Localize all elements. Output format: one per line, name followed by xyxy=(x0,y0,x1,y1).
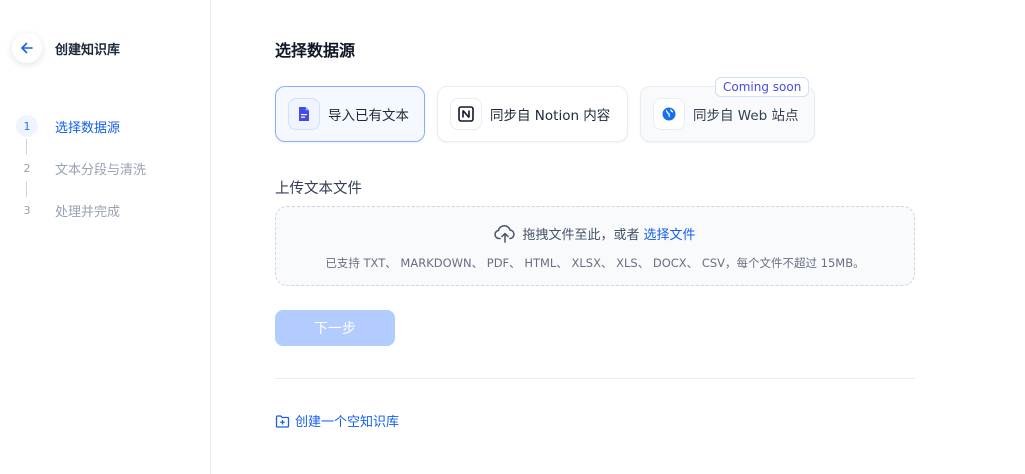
sidebar-title: 创建知识库 xyxy=(55,43,121,58)
dropzone-text: 拖拽文件至此，或者 xyxy=(522,228,640,243)
source-import-text[interactable]: 导入已有文本 xyxy=(275,86,425,142)
step-label: 文本分段与清洗 xyxy=(55,163,147,178)
step-select-source: 1 选择数据源 xyxy=(16,115,146,157)
source-notion-sync[interactable]: 同步自 Notion 内容 xyxy=(437,86,628,142)
notion-icon xyxy=(450,98,482,130)
source-label: 导入已有文本 xyxy=(328,108,409,124)
sidebar: 创建知识库 1 选择数据源 2 文本分段与清洗 3 处理并完成 xyxy=(0,0,211,474)
step-number: 2 xyxy=(16,157,38,179)
step-connector xyxy=(26,181,27,197)
dropzone-instruction: 拖拽文件至此，或者 选择文件 xyxy=(276,224,914,243)
file-dropzone[interactable]: 拖拽文件至此，或者 选择文件 已支持 TXT、 MARKDOWN、 PDF、 H… xyxy=(275,206,915,286)
coming-soon-badge: Coming soon xyxy=(715,77,810,97)
web-icon xyxy=(653,98,685,130)
create-empty-knowledge-link[interactable]: 创建一个空知识库 xyxy=(275,411,399,430)
source-label: 同步自 Notion 内容 xyxy=(490,108,611,124)
document-icon xyxy=(288,98,320,130)
step-label: 选择数据源 xyxy=(55,121,121,136)
folder-plus-icon xyxy=(275,414,290,428)
step-connector xyxy=(26,139,27,155)
cloud-upload-icon xyxy=(494,224,516,243)
step-process-finish: 3 处理并完成 xyxy=(16,199,146,241)
source-label: 同步自 Web 站点 xyxy=(693,108,799,124)
page-title: 选择数据源 xyxy=(275,41,356,60)
step-label: 处理并完成 xyxy=(55,205,121,220)
create-empty-label: 创建一个空知识库 xyxy=(295,415,400,430)
step-number: 3 xyxy=(16,199,38,221)
next-step-button[interactable]: 下一步 xyxy=(275,310,395,346)
step-segment-clean: 2 文本分段与清洗 xyxy=(16,157,146,199)
step-number: 1 xyxy=(16,115,38,137)
select-file-link[interactable]: 选择文件 xyxy=(644,224,696,243)
back-button[interactable] xyxy=(12,33,42,63)
dropzone-hint: 已支持 TXT、 MARKDOWN、 PDF、 HTML、 XLSX、 XLS、… xyxy=(325,256,865,270)
divider xyxy=(275,378,915,379)
steps: 1 选择数据源 2 文本分段与清洗 3 处理并完成 xyxy=(16,115,146,241)
upload-section-title: 上传文本文件 xyxy=(275,181,362,197)
arrow-left-icon xyxy=(20,41,34,55)
